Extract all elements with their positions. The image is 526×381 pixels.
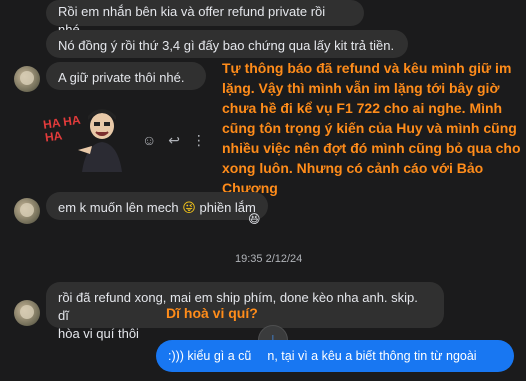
message-bubble-1[interactable]: Rồi em nhắn bên kia và offer refund priv… <box>46 0 364 37</box>
message-bubble-4[interactable]: em k muốn lên mech 😜 phiền lắm <box>46 192 268 220</box>
reply-icon[interactable]: ↩ <box>168 132 180 148</box>
timestamp: 19:35 2/12/24 <box>235 253 303 265</box>
sticker-image[interactable]: HA HA HA <box>42 106 124 172</box>
avatar[interactable] <box>14 300 40 326</box>
react-icon[interactable]: ☺ <box>142 132 156 148</box>
message-text: :))) kiểu gì a cũ <box>168 349 252 363</box>
sent-message-bubble[interactable]: :))) kiểu gì a cũ n, tại vì a kêu a biết … <box>156 340 514 372</box>
message-text: Nó đồng ý rồi thứ 3,4 gì đấy bao chứng q… <box>58 38 395 53</box>
sticker-label: HA HA HA <box>42 112 81 145</box>
message-actions: ☺ ↩ ⋮ <box>142 132 206 149</box>
more-icon[interactable]: ⋮ <box>192 132 206 148</box>
avatar[interactable] <box>14 198 40 224</box>
message-text: A giữ private thôi nhé. <box>58 70 185 85</box>
annotation-text: Tự thông báo đã refund và kêu mình giữ i… <box>222 60 521 196</box>
annotation-short: Dĩ hoà vi quí? <box>166 305 258 321</box>
avatar[interactable] <box>14 66 40 92</box>
message-text: em k muốn lên mech <box>58 200 179 215</box>
reaction-emoji-icon[interactable]: 😆 <box>248 212 261 226</box>
message-text: n, tại vì a kêu a biết thông tin từ ngoà… <box>267 349 477 363</box>
emoji-icon: 😜 <box>182 200 196 215</box>
message-bubble-2[interactable]: Nó đồng ý rồi thứ 3,4 gì đấy bao chứng q… <box>46 30 408 58</box>
message-bubble-3[interactable]: A giữ private thôi nhé. <box>46 62 206 90</box>
